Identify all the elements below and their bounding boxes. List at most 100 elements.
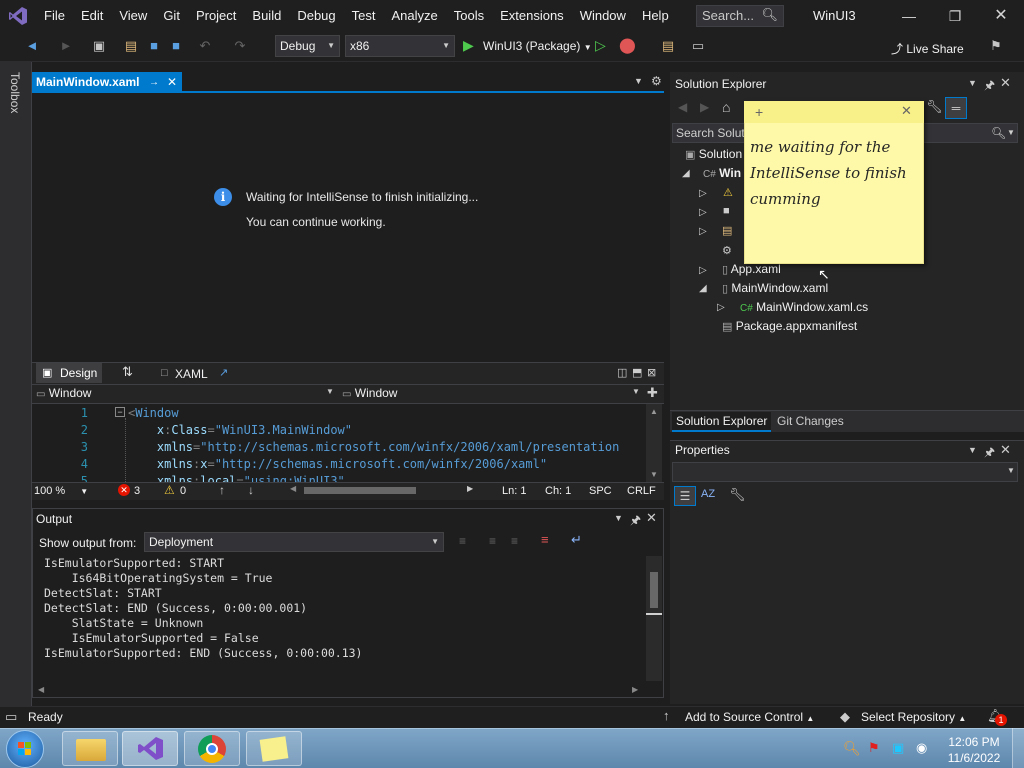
scrollbar-thumb[interactable] <box>650 572 658 608</box>
wrench-icon[interactable]: 🔧︎ <box>926 99 943 115</box>
tray-network-icon[interactable]: ▣ <box>892 740 904 756</box>
run-target-button[interactable]: WinUI3 (Package) ▼ <box>483 39 592 53</box>
previous-issue-icon[interactable]: ↑ <box>219 483 225 497</box>
back-icon[interactable]: ◄ <box>23 37 41 55</box>
select-repository-button[interactable]: Select Repository ▲ <box>861 710 966 724</box>
xaml-code-editor[interactable]: 1 <Window 2 x:Class="WinUI3.MainWindow" 3 x… <box>32 404 664 482</box>
collapse-region-icon[interactable]: − <box>115 407 125 417</box>
collapsed-arrow-icon[interactable]: ▷ <box>717 302 725 313</box>
menu-debug[interactable]: Debug <box>289 0 343 32</box>
menu-project[interactable]: Project <box>188 0 244 32</box>
menu-tools[interactable]: Tools <box>446 0 492 32</box>
preview-selected-icon[interactable]: ═ <box>945 97 967 119</box>
tab-solution-explorer[interactable]: Solution Explorer <box>672 412 772 432</box>
tree-mainwindow-xaml[interactable]: ▯ MainWindow.xaml <box>722 281 828 295</box>
expanded-arrow-icon[interactable]: ◢ <box>699 283 707 294</box>
menu-edit[interactable]: Edit <box>73 0 111 32</box>
object-selector-dropdown[interactable]: ▼ <box>672 462 1018 482</box>
gear-icon[interactable]: ⚙ <box>651 74 662 88</box>
horizontal-split-icon[interactable]: ⬒ <box>632 366 642 379</box>
back-icon[interactable]: ◀ <box>678 100 687 114</box>
start-without-debug-icon[interactable]: ▷ <box>595 37 606 54</box>
warning-count[interactable]: 0 <box>180 485 186 497</box>
error-count[interactable]: 3 <box>134 485 140 497</box>
panel-dropdown-icon[interactable]: ▼ <box>968 78 977 88</box>
redo-icon[interactable]: ↷ <box>231 37 249 55</box>
new-project-icon[interactable]: ▣ <box>90 37 108 55</box>
platform-dropdown[interactable]: x86 ▼ <box>345 35 455 57</box>
output-log[interactable]: IsEmulatorSupported: START Is64BitOperat… <box>44 556 363 661</box>
scroll-right-icon[interactable]: ▶ <box>632 685 638 694</box>
menu-git[interactable]: Git <box>155 0 188 32</box>
expanded-arrow-icon[interactable]: ◢ <box>682 168 690 179</box>
menu-help[interactable]: Help <box>634 0 677 32</box>
line-ending-indicator[interactable]: CRLF <box>627 485 656 497</box>
close-panel-icon[interactable]: ✕ <box>1000 75 1011 91</box>
code-line[interactable]: xmlns:x="http://schemas.microsoft.com/wi… <box>128 457 547 471</box>
next-issue-icon[interactable]: ↓ <box>248 483 254 497</box>
categorized-icon[interactable]: ☰ <box>674 486 696 506</box>
alphabetical-icon[interactable]: AZ <box>701 488 715 500</box>
next-message-icon[interactable]: ≡ <box>511 534 518 548</box>
forward-icon[interactable]: ► <box>57 37 75 55</box>
pin-icon[interactable]: 🖈︎ <box>984 443 995 464</box>
line-indicator[interactable]: Ln: 1 <box>502 485 526 497</box>
start-debug-icon[interactable]: ▶ <box>463 37 474 54</box>
menu-test[interactable]: Test <box>344 0 384 32</box>
warning-icon[interactable]: ⚠ <box>164 483 175 497</box>
tab-xaml[interactable]: XAML <box>175 367 208 381</box>
code-line[interactable]: xmlns="http://schemas.microsoft.com/winf… <box>128 440 619 454</box>
code-line[interactable]: xmlns:local="using:WinUI3" <box>128 474 345 482</box>
taskbar-file-explorer[interactable] <box>62 731 118 766</box>
sticky-note-header[interactable]: + ✕ <box>744 101 924 123</box>
menu-analyze[interactable]: Analyze <box>383 0 445 32</box>
configuration-dropdown[interactable]: Debug ▼ <box>275 35 340 57</box>
close-tab-icon[interactable]: ✕ <box>167 72 177 93</box>
add-split-icon[interactable]: ✚ <box>647 385 658 401</box>
horizontal-scrollbar-thumb[interactable] <box>304 487 416 494</box>
tab-mainwindow-xaml[interactable]: MainWindow.xaml → ✕ <box>32 72 182 93</box>
scroll-up-icon[interactable]: ▲ <box>650 407 658 416</box>
start-button[interactable] <box>6 730 44 768</box>
taskbar-sticky-notes[interactable] <box>246 731 302 766</box>
add-note-icon[interactable]: + <box>755 104 763 120</box>
home-icon[interactable]: ⌂ <box>722 99 730 115</box>
whitespace-indicator[interactable]: SPC <box>589 485 612 497</box>
menu-file[interactable]: File <box>36 0 73 32</box>
panel-dropdown-icon[interactable]: ▼ <box>968 445 977 455</box>
close-icon[interactable]: ✕ <box>991 6 1011 26</box>
collapsed-arrow-icon[interactable]: ▷ <box>699 207 707 218</box>
taskbar-chrome[interactable] <box>184 731 240 766</box>
live-share-button[interactable]: ⤴ Live Share <box>891 40 964 57</box>
close-panel-icon[interactable]: ✕ <box>646 510 657 526</box>
file-explorer-icon[interactable]: ▤ <box>659 37 677 55</box>
output-vertical-scrollbar[interactable] <box>646 556 662 681</box>
open-folder-icon[interactable]: ▤ <box>122 37 140 55</box>
undo-icon[interactable]: ↶ <box>196 37 214 55</box>
save-all-icon[interactable]: ■ <box>167 37 185 55</box>
scroll-right-icon[interactable]: ▶ <box>467 484 473 493</box>
menu-view[interactable]: View <box>111 0 155 32</box>
output-source-dropdown[interactable]: Deployment ▼ <box>144 532 444 552</box>
scroll-down-icon[interactable]: ▼ <box>650 470 658 479</box>
toolbox-tab[interactable]: Toolbox <box>8 72 22 113</box>
pin-icon[interactable]: 🖈︎ <box>984 76 995 97</box>
clear-all-icon[interactable]: ≡ <box>541 532 549 547</box>
tab-design[interactable]: ▣ Design <box>36 363 102 383</box>
tray-volume-icon[interactable]: ◉ <box>916 740 927 756</box>
vertical-split-icon[interactable]: ◫ <box>617 366 627 379</box>
nav-right-dropdown[interactable]: ▭ Window ▼ <box>342 386 642 400</box>
tree-package-manifest[interactable]: ▤ Package.appxmanifest <box>722 319 857 333</box>
menu-extensions[interactable]: Extensions <box>492 0 572 32</box>
tree-solution[interactable]: ▣ Solution <box>685 147 742 161</box>
swap-panes-icon[interactable]: ⇅ <box>122 364 133 380</box>
pin-icon[interactable]: 🖈︎ <box>630 511 641 532</box>
search-input[interactable]: Search... 🔍︎ <box>696 5 784 27</box>
tree-mainwindow-cs[interactable]: C# MainWindow.xaml.cs <box>740 300 868 314</box>
find-message-icon[interactable]: ≡ <box>459 534 466 548</box>
scroll-left-icon[interactable]: ◀ <box>38 685 44 694</box>
collapsed-arrow-icon[interactable]: ▷ <box>699 188 707 199</box>
zoom-dropdown[interactable]: 100 % ▼ <box>34 485 88 497</box>
add-to-source-control-button[interactable]: Add to Source Control ▲ <box>685 710 814 724</box>
save-icon[interactable]: ■ <box>145 37 163 55</box>
